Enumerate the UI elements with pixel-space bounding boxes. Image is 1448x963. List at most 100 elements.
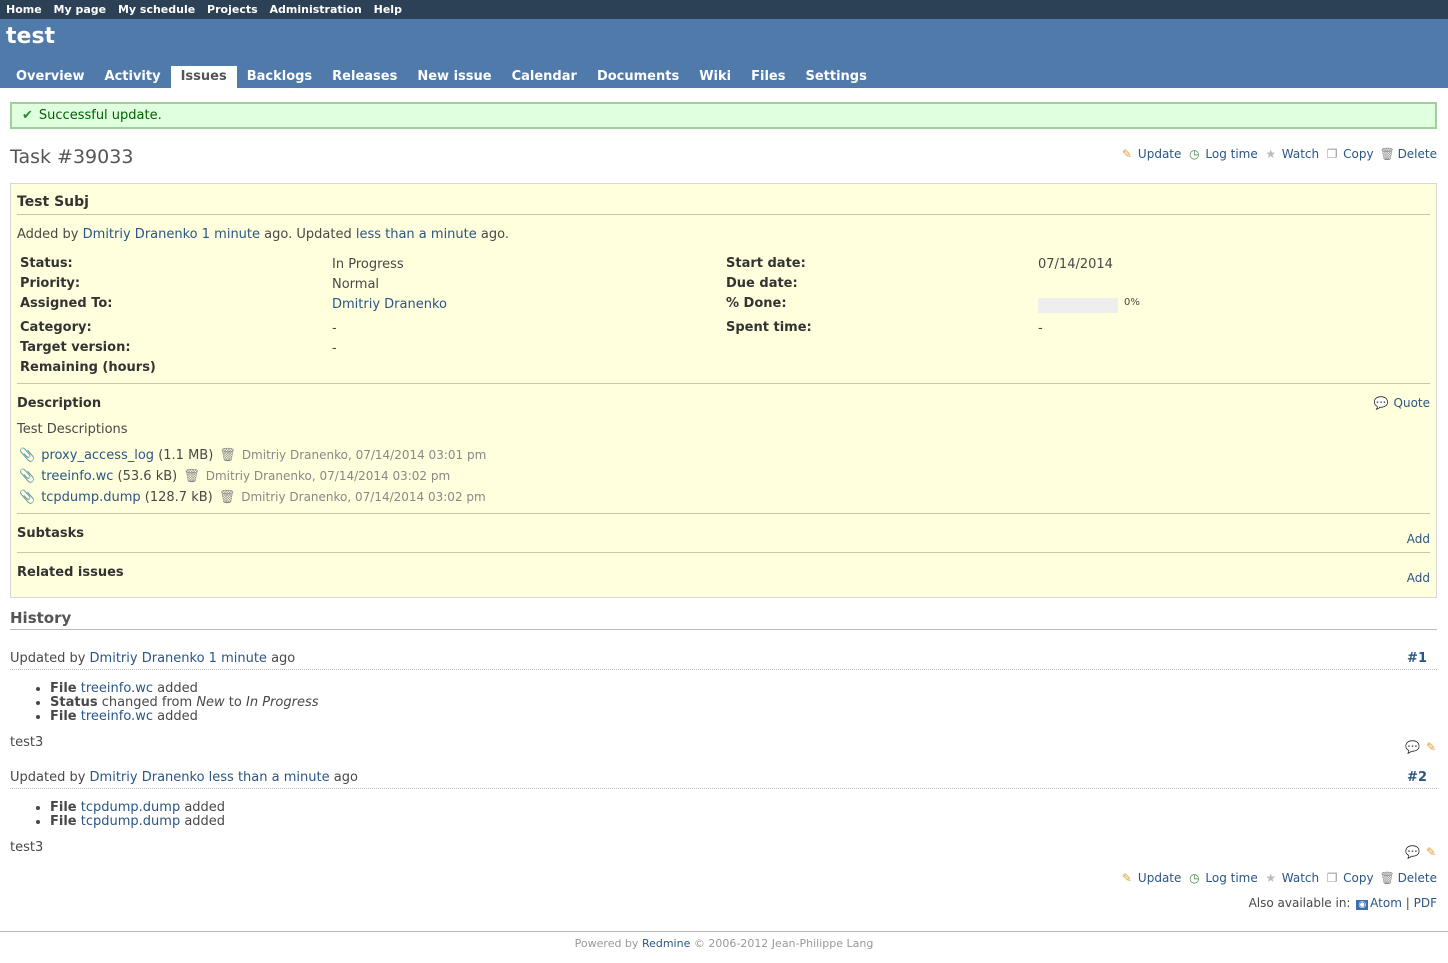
tab-backlogs[interactable]: Backlogs	[237, 66, 322, 88]
top-menu-help[interactable]: Help	[374, 3, 402, 16]
remaining-hours-label: Remaining (hours)	[20, 360, 156, 375]
tab-documents[interactable]: Documents	[587, 66, 689, 88]
journal-details: File treeinfo.wc added Status changed fr…	[50, 682, 318, 724]
created-link[interactable]: 1 minute	[202, 227, 260, 242]
project-title: test	[6, 24, 56, 49]
journal-number-link[interactable]: #1	[1407, 651, 1427, 666]
author-link[interactable]: Dmitriy Dranenko	[83, 227, 198, 242]
log-time-link[interactable]: Log time	[1205, 147, 1257, 161]
feed-icon: ◉	[1356, 900, 1369, 910]
attachment-row: 📎 treeinfo.wc (53.6 kB) 🗑 Dmitriy Dranenko,…	[19, 469, 450, 484]
watch-link[interactable]: Watch	[1282, 871, 1319, 885]
file-link[interactable]: treeinfo.wc	[81, 709, 153, 724]
other-formats: Also available in: ◉ Atom | PDF	[1248, 896, 1437, 910]
history-title: History	[10, 609, 72, 627]
top-menu-projects[interactable]: Projects	[207, 3, 258, 16]
quote-link[interactable]: Quote	[1394, 396, 1430, 410]
delete-link[interactable]: Delete	[1398, 871, 1437, 885]
log-time-link[interactable]: Log time	[1205, 871, 1257, 885]
journal-author-link[interactable]: Dmitriy Dranenko	[90, 770, 205, 785]
tab-overview[interactable]: Overview	[6, 66, 95, 88]
add-subtask-link[interactable]: Add	[1407, 532, 1430, 546]
journal-author-link[interactable]: Dmitriy Dranenko	[90, 651, 205, 666]
top-menu-my-schedule[interactable]: My schedule	[118, 3, 195, 16]
subtasks-label: Subtasks	[17, 526, 85, 541]
add-related-link[interactable]: Add	[1407, 571, 1430, 585]
update-link[interactable]: Update	[1138, 147, 1181, 161]
attachment-link[interactable]: treeinfo.wc	[41, 469, 113, 484]
edit-icon[interactable]: ✎	[1426, 845, 1436, 859]
issue-actions-bottom: ✎ Update ◷ Log time ★ Watch ❐ Copy 🗑 Delete	[1120, 871, 1437, 885]
quote-action[interactable]: 💬 Quote	[1374, 396, 1430, 410]
copy-icon: ❐	[1326, 147, 1338, 161]
spent-time-value: -	[1038, 321, 1043, 336]
attachment-link[interactable]: proxy_access_log	[41, 448, 154, 463]
journal-details: File tcpdump.dump added File tcpdump.dum…	[50, 801, 225, 829]
footer: Powered by Redmine © 2006-2012 Jean-Phil…	[0, 931, 1448, 950]
category-value: -	[332, 321, 337, 336]
attachment-meta: Dmitriy Dranenko, 07/14/2014 03:02 pm	[241, 490, 486, 504]
file-link[interactable]: treeinfo.wc	[81, 681, 153, 696]
tab-files[interactable]: Files	[741, 66, 795, 88]
assigned-to-link[interactable]: Dmitriy Dranenko	[332, 297, 447, 312]
quote-icon[interactable]: 💬	[1405, 845, 1420, 859]
update-link[interactable]: Update	[1138, 871, 1181, 885]
header: test Overview Activity Issues Backlogs R…	[0, 19, 1448, 88]
target-version-label: Target version:	[20, 340, 131, 355]
journal-notes: test3	[10, 840, 44, 855]
tab-releases[interactable]: Releases	[322, 66, 407, 88]
tab-wiki[interactable]: Wiki	[689, 66, 741, 88]
status-value: In Progress	[332, 257, 404, 272]
issue-actions-top: ✎ Update ◷ Log time ★ Watch ❐ Copy 🗑 Delete	[1120, 147, 1437, 161]
top-menu-administration[interactable]: Administration	[270, 3, 362, 16]
copy-link[interactable]: Copy	[1343, 871, 1373, 885]
done-ratio-label: % Done:	[726, 296, 787, 311]
paperclip-icon: 📎	[19, 490, 36, 505]
atom-link[interactable]: Atom	[1370, 896, 1402, 910]
watch-link[interactable]: Watch	[1282, 147, 1319, 161]
top-menu: Home My page My schedule Projects Admini…	[0, 0, 1448, 19]
pdf-link[interactable]: PDF	[1414, 896, 1437, 910]
edit-icon[interactable]: ✎	[1426, 740, 1436, 754]
tab-activity[interactable]: Activity	[95, 66, 171, 88]
paperclip-icon: 📎	[19, 469, 36, 484]
done-ratio-value: 0%	[1124, 297, 1140, 308]
quote-icon[interactable]: 💬	[1405, 740, 1420, 754]
updated-link[interactable]: less than a minute	[356, 227, 477, 242]
trash-icon[interactable]: 🗑	[219, 448, 236, 463]
journal-number-link[interactable]: #2	[1407, 770, 1427, 785]
file-link[interactable]: tcpdump.dump	[81, 814, 180, 829]
progress-bar	[1038, 298, 1118, 313]
top-menu-home[interactable]: Home	[6, 3, 42, 16]
attachment-size: (1.1 MB)	[158, 448, 214, 463]
spent-time-label: Spent time:	[726, 320, 812, 335]
journal-notes: test3	[10, 735, 44, 750]
journal-time-link[interactable]: 1 minute	[209, 651, 267, 666]
trash-icon: 🗑	[1379, 871, 1395, 885]
main-menu: Overview Activity Issues Backlogs Releas…	[6, 66, 877, 88]
delete-link[interactable]: Delete	[1398, 147, 1437, 161]
checkmark-icon: ✔	[22, 108, 33, 123]
flash-notice: ✔ Successful update.	[10, 102, 1437, 129]
redmine-link[interactable]: Redmine	[642, 937, 690, 950]
tab-new-issue[interactable]: New issue	[407, 66, 501, 88]
file-link[interactable]: tcpdump.dump	[81, 800, 180, 815]
category-label: Category:	[20, 320, 92, 335]
detail-item: File treeinfo.wc added	[50, 710, 318, 724]
description-text: Test Descriptions	[17, 422, 128, 437]
trash-icon[interactable]: 🗑	[219, 490, 236, 505]
top-menu-my-page[interactable]: My page	[54, 3, 107, 16]
tab-issues[interactable]: Issues	[170, 66, 237, 88]
clock-icon: ◷	[1189, 147, 1200, 161]
due-date-label: Due date:	[726, 276, 798, 291]
journal-time-link[interactable]: less than a minute	[209, 770, 330, 785]
attachment-size: (53.6 kB)	[117, 469, 178, 484]
start-date-value: 07/14/2014	[1038, 257, 1113, 272]
tab-calendar[interactable]: Calendar	[502, 66, 587, 88]
tab-settings[interactable]: Settings	[795, 66, 876, 88]
comment-icon: 💬	[1373, 396, 1389, 410]
attachment-link[interactable]: tcpdump.dump	[41, 490, 140, 505]
trash-icon[interactable]: 🗑	[183, 469, 200, 484]
copy-link[interactable]: Copy	[1343, 147, 1373, 161]
paperclip-icon: 📎	[19, 448, 36, 463]
